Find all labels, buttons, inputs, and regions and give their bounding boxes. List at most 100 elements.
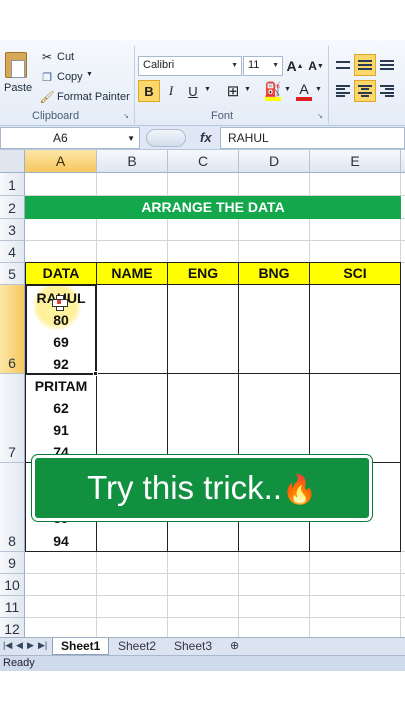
cell-e6[interactable] <box>309 284 401 374</box>
cell-b7[interactable] <box>96 373 168 463</box>
scissors-icon: ✂ <box>41 50 53 64</box>
underline-button[interactable]: U <box>182 80 204 102</box>
borders-dropdown-icon[interactable]: ▼ <box>244 86 251 93</box>
chevron-down-icon: ▼ <box>127 134 135 143</box>
align-left-icon[interactable] <box>332 80 354 102</box>
tab-sheet3[interactable]: Sheet3 <box>166 638 220 655</box>
align-right-icon[interactable] <box>376 80 398 102</box>
font-group-label: Font <box>211 110 234 122</box>
header-cell-bng[interactable]: BNG <box>238 262 310 285</box>
grow-font-icon[interactable]: A ▲ <box>284 55 306 77</box>
header-cell-sci[interactable]: SCI <box>309 262 401 285</box>
format-painter-label: Format Painter <box>57 91 130 103</box>
row-header-4[interactable]: 4 <box>0 241 25 263</box>
cell-e7[interactable] <box>309 373 401 463</box>
paste-label: Paste <box>4 82 33 94</box>
cell-value: 91 <box>53 422 69 438</box>
fill-handle[interactable] <box>93 371 98 376</box>
column-header-f[interactable] <box>401 150 405 173</box>
cell-value: 94 <box>53 533 69 549</box>
borders-icon[interactable]: ⊞ <box>222 80 244 102</box>
clipboard-group-label: Clipboard <box>32 110 80 122</box>
tab-sheet2[interactable]: Sheet2 <box>110 638 164 655</box>
row-header-11[interactable]: 11 <box>0 596 25 618</box>
tab-sheet1[interactable]: Sheet1 <box>52 638 110 655</box>
status-bar: Ready <box>0 655 405 671</box>
header-cell-name[interactable]: NAME <box>96 262 168 285</box>
fill-color-swatch <box>265 97 281 101</box>
chevron-down-icon: ▼ <box>272 62 279 69</box>
copy-label: Copy <box>57 71 83 83</box>
cell-d7[interactable] <box>238 373 310 463</box>
column-header-c[interactable]: C <box>168 150 239 173</box>
formula-input[interactable]: RAHUL <box>220 127 405 149</box>
spreadsheet-grid[interactable]: A B C D E 1 2 3 4 5 6 7 8 9 10 11 12 ARR… <box>0 150 405 637</box>
align-top-icon[interactable] <box>332 54 354 76</box>
row-header-5[interactable]: 5 <box>0 263 25 285</box>
font-name-combo[interactable]: Calibri ▼ <box>138 56 242 76</box>
formula-input-value: RAHUL <box>228 131 269 145</box>
group-separator <box>134 46 135 124</box>
italic-button[interactable]: I <box>160 80 182 102</box>
gridline <box>25 617 405 618</box>
font-name-value: Calibri <box>143 59 175 71</box>
fill-dropdown-icon[interactable]: ▼ <box>284 86 291 93</box>
row-header-8[interactable]: 8 <box>0 463 25 552</box>
column-header-a[interactable]: A <box>25 150 97 173</box>
name-box-value: A6 <box>53 131 68 145</box>
sheet-title[interactable]: ARRANGE THE DATA <box>25 196 401 219</box>
prev-sheet-icon[interactable]: ◀ <box>16 640 23 651</box>
column-header-d[interactable]: D <box>239 150 310 173</box>
cut-label: Cut <box>57 51 75 63</box>
align-bottom-icon[interactable] <box>376 54 398 76</box>
cell-value: PRITAM <box>34 378 88 394</box>
ribbon: Paste ✂ Cut ❐ Copy ▼ 🖌 Format Painter Cl… <box>0 40 405 126</box>
copy-button[interactable]: ❐ Copy ▼ <box>40 70 110 86</box>
shrink-font-icon[interactable]: A ▼ <box>305 55 327 77</box>
align-middle-icon[interactable] <box>354 54 376 76</box>
row-header-10[interactable]: 10 <box>0 574 25 596</box>
format-painter-button[interactable]: 🖌 Format Painter <box>39 90 132 106</box>
cell-value: 62 <box>53 400 69 416</box>
font-color-dropdown-icon[interactable]: ▼ <box>315 86 322 93</box>
cell-b6[interactable] <box>96 284 168 374</box>
select-all-corner[interactable] <box>0 150 25 173</box>
cut-button[interactable]: ✂ Cut <box>40 50 100 66</box>
font-color-swatch <box>296 97 312 101</box>
row-header-9[interactable]: 9 <box>0 552 25 574</box>
underline-dropdown-icon[interactable]: ▼ <box>204 86 211 93</box>
dialog-launcher-icon[interactable]: ↘ <box>122 112 130 120</box>
last-sheet-icon[interactable]: ▶| <box>38 640 47 651</box>
row-header-12[interactable]: 12 <box>0 618 25 637</box>
cell-c7[interactable] <box>167 373 239 463</box>
group-separator <box>328 46 329 124</box>
row-header-7[interactable]: 7 <box>0 374 25 463</box>
bold-button[interactable]: B <box>138 80 160 102</box>
formula-bar: A6 ▼ fx RAHUL <box>0 126 405 150</box>
first-sheet-icon[interactable]: |◀ <box>3 640 12 651</box>
insert-function-icon[interactable]: fx <box>200 130 212 145</box>
name-box[interactable]: A6 ▼ <box>0 127 140 149</box>
overlay-banner: Try this trick..🔥 <box>32 455 372 521</box>
brush-icon: 🖌 <box>39 90 55 104</box>
paste-button[interactable]: Paste <box>0 40 36 102</box>
cell-d6[interactable] <box>238 284 310 374</box>
row-header-2[interactable]: 2 <box>0 196 25 219</box>
row-header-6[interactable]: 6 <box>0 285 25 374</box>
font-size-value: 11 <box>248 59 260 71</box>
paste-sheet-icon <box>11 60 25 78</box>
row-header-3[interactable]: 3 <box>0 219 25 241</box>
cell-c6[interactable] <box>167 284 239 374</box>
next-sheet-icon[interactable]: ▶ <box>27 640 34 651</box>
dialog-launcher-icon[interactable]: ↘ <box>316 112 324 120</box>
gridline <box>25 595 405 596</box>
gridline <box>25 573 405 574</box>
column-header-b[interactable]: B <box>97 150 168 173</box>
font-size-combo[interactable]: 11 ▼ <box>243 56 283 76</box>
formula-bar-handle[interactable] <box>146 129 186 147</box>
row-header-1[interactable]: 1 <box>0 173 25 196</box>
column-header-e[interactable]: E <box>310 150 401 173</box>
align-center-icon[interactable] <box>354 80 376 102</box>
insert-sheet-icon[interactable]: ⊕ <box>222 638 247 655</box>
header-cell-eng[interactable]: ENG <box>167 262 239 285</box>
